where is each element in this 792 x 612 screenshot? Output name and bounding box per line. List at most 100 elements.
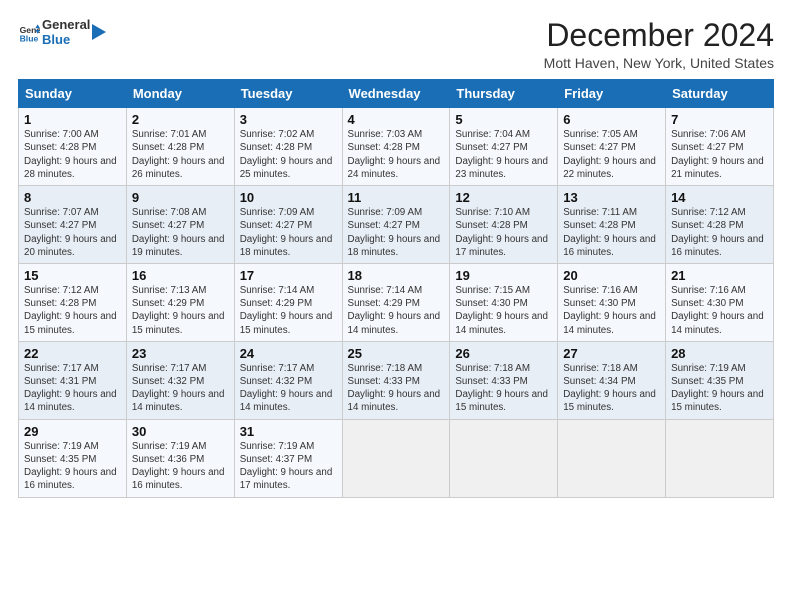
calendar-header-saturday: Saturday bbox=[666, 80, 774, 108]
main-title: December 2024 bbox=[544, 18, 774, 53]
logo-arrow-icon bbox=[92, 19, 108, 47]
logo-general: General bbox=[42, 18, 90, 33]
calendar-cell bbox=[666, 419, 774, 497]
day-info: Sunrise: 7:18 AMSunset: 4:33 PMDaylight:… bbox=[348, 362, 445, 415]
calendar-cell: 25Sunrise: 7:18 AMSunset: 4:33 PMDayligh… bbox=[342, 341, 450, 419]
day-info: Sunrise: 7:18 AMSunset: 4:33 PMDaylight:… bbox=[455, 362, 552, 415]
day-info: Sunrise: 7:19 AMSunset: 4:35 PMDaylight:… bbox=[24, 440, 121, 493]
svg-text:Blue: Blue bbox=[20, 34, 39, 44]
calendar-week-row: 22Sunrise: 7:17 AMSunset: 4:31 PMDayligh… bbox=[19, 341, 774, 419]
calendar-header-tuesday: Tuesday bbox=[234, 80, 342, 108]
calendar-cell: 19Sunrise: 7:15 AMSunset: 4:30 PMDayligh… bbox=[450, 263, 558, 341]
day-number: 26 bbox=[455, 346, 552, 361]
calendar-cell: 21Sunrise: 7:16 AMSunset: 4:30 PMDayligh… bbox=[666, 263, 774, 341]
day-number: 3 bbox=[240, 112, 337, 127]
day-info: Sunrise: 7:16 AMSunset: 4:30 PMDaylight:… bbox=[671, 284, 768, 337]
calendar-cell: 15Sunrise: 7:12 AMSunset: 4:28 PMDayligh… bbox=[19, 263, 127, 341]
day-number: 23 bbox=[132, 346, 229, 361]
calendar-cell bbox=[450, 419, 558, 497]
day-number: 1 bbox=[24, 112, 121, 127]
calendar-table: SundayMondayTuesdayWednesdayThursdayFrid… bbox=[18, 79, 774, 497]
day-info: Sunrise: 7:19 AMSunset: 4:35 PMDaylight:… bbox=[671, 362, 768, 415]
calendar-cell: 7Sunrise: 7:06 AMSunset: 4:27 PMDaylight… bbox=[666, 108, 774, 186]
calendar-header-thursday: Thursday bbox=[450, 80, 558, 108]
calendar-cell: 11Sunrise: 7:09 AMSunset: 4:27 PMDayligh… bbox=[342, 186, 450, 264]
page: General Blue General Blue December 2024 … bbox=[0, 0, 792, 612]
calendar-cell: 30Sunrise: 7:19 AMSunset: 4:36 PMDayligh… bbox=[126, 419, 234, 497]
day-info: Sunrise: 7:19 AMSunset: 4:37 PMDaylight:… bbox=[240, 440, 337, 493]
logo-blue: Blue bbox=[42, 33, 90, 48]
calendar-header-monday: Monday bbox=[126, 80, 234, 108]
day-info: Sunrise: 7:16 AMSunset: 4:30 PMDaylight:… bbox=[563, 284, 660, 337]
calendar-header-sunday: Sunday bbox=[19, 80, 127, 108]
day-number: 19 bbox=[455, 268, 552, 283]
day-info: Sunrise: 7:12 AMSunset: 4:28 PMDaylight:… bbox=[671, 206, 768, 259]
calendar-week-row: 1Sunrise: 7:00 AMSunset: 4:28 PMDaylight… bbox=[19, 108, 774, 186]
calendar-cell: 24Sunrise: 7:17 AMSunset: 4:32 PMDayligh… bbox=[234, 341, 342, 419]
calendar-cell: 27Sunrise: 7:18 AMSunset: 4:34 PMDayligh… bbox=[558, 341, 666, 419]
calendar-cell: 17Sunrise: 7:14 AMSunset: 4:29 PMDayligh… bbox=[234, 263, 342, 341]
calendar-cell: 28Sunrise: 7:19 AMSunset: 4:35 PMDayligh… bbox=[666, 341, 774, 419]
day-info: Sunrise: 7:19 AMSunset: 4:36 PMDaylight:… bbox=[132, 440, 229, 493]
day-number: 20 bbox=[563, 268, 660, 283]
logo-icon: General Blue bbox=[18, 22, 40, 44]
day-info: Sunrise: 7:08 AMSunset: 4:27 PMDaylight:… bbox=[132, 206, 229, 259]
day-info: Sunrise: 7:09 AMSunset: 4:27 PMDaylight:… bbox=[348, 206, 445, 259]
calendar-header-friday: Friday bbox=[558, 80, 666, 108]
day-number: 29 bbox=[24, 424, 121, 439]
day-number: 11 bbox=[348, 190, 445, 205]
day-info: Sunrise: 7:18 AMSunset: 4:34 PMDaylight:… bbox=[563, 362, 660, 415]
day-info: Sunrise: 7:01 AMSunset: 4:28 PMDaylight:… bbox=[132, 128, 229, 181]
day-number: 10 bbox=[240, 190, 337, 205]
calendar-cell: 22Sunrise: 7:17 AMSunset: 4:31 PMDayligh… bbox=[19, 341, 127, 419]
day-info: Sunrise: 7:14 AMSunset: 4:29 PMDaylight:… bbox=[240, 284, 337, 337]
day-number: 5 bbox=[455, 112, 552, 127]
calendar-cell: 2Sunrise: 7:01 AMSunset: 4:28 PMDaylight… bbox=[126, 108, 234, 186]
day-info: Sunrise: 7:12 AMSunset: 4:28 PMDaylight:… bbox=[24, 284, 121, 337]
day-number: 6 bbox=[563, 112, 660, 127]
day-info: Sunrise: 7:14 AMSunset: 4:29 PMDaylight:… bbox=[348, 284, 445, 337]
calendar-cell: 8Sunrise: 7:07 AMSunset: 4:27 PMDaylight… bbox=[19, 186, 127, 264]
day-info: Sunrise: 7:04 AMSunset: 4:27 PMDaylight:… bbox=[455, 128, 552, 181]
day-number: 25 bbox=[348, 346, 445, 361]
calendar-cell: 29Sunrise: 7:19 AMSunset: 4:35 PMDayligh… bbox=[19, 419, 127, 497]
calendar-week-row: 15Sunrise: 7:12 AMSunset: 4:28 PMDayligh… bbox=[19, 263, 774, 341]
day-number: 22 bbox=[24, 346, 121, 361]
day-number: 28 bbox=[671, 346, 768, 361]
calendar-cell bbox=[558, 419, 666, 497]
calendar-cell: 16Sunrise: 7:13 AMSunset: 4:29 PMDayligh… bbox=[126, 263, 234, 341]
calendar-cell: 14Sunrise: 7:12 AMSunset: 4:28 PMDayligh… bbox=[666, 186, 774, 264]
calendar-cell: 1Sunrise: 7:00 AMSunset: 4:28 PMDaylight… bbox=[19, 108, 127, 186]
day-info: Sunrise: 7:17 AMSunset: 4:32 PMDaylight:… bbox=[240, 362, 337, 415]
day-info: Sunrise: 7:07 AMSunset: 4:27 PMDaylight:… bbox=[24, 206, 121, 259]
calendar-cell: 9Sunrise: 7:08 AMSunset: 4:27 PMDaylight… bbox=[126, 186, 234, 264]
day-info: Sunrise: 7:00 AMSunset: 4:28 PMDaylight:… bbox=[24, 128, 121, 181]
header: General Blue General Blue December 2024 … bbox=[18, 18, 774, 71]
calendar-cell: 31Sunrise: 7:19 AMSunset: 4:37 PMDayligh… bbox=[234, 419, 342, 497]
day-number: 24 bbox=[240, 346, 337, 361]
day-number: 31 bbox=[240, 424, 337, 439]
calendar-header-row: SundayMondayTuesdayWednesdayThursdayFrid… bbox=[19, 80, 774, 108]
day-number: 4 bbox=[348, 112, 445, 127]
calendar-header-wednesday: Wednesday bbox=[342, 80, 450, 108]
day-info: Sunrise: 7:05 AMSunset: 4:27 PMDaylight:… bbox=[563, 128, 660, 181]
calendar-cell: 12Sunrise: 7:10 AMSunset: 4:28 PMDayligh… bbox=[450, 186, 558, 264]
calendar-cell: 18Sunrise: 7:14 AMSunset: 4:29 PMDayligh… bbox=[342, 263, 450, 341]
day-number: 18 bbox=[348, 268, 445, 283]
day-info: Sunrise: 7:17 AMSunset: 4:32 PMDaylight:… bbox=[132, 362, 229, 415]
calendar-week-row: 29Sunrise: 7:19 AMSunset: 4:35 PMDayligh… bbox=[19, 419, 774, 497]
day-info: Sunrise: 7:10 AMSunset: 4:28 PMDaylight:… bbox=[455, 206, 552, 259]
calendar-cell: 10Sunrise: 7:09 AMSunset: 4:27 PMDayligh… bbox=[234, 186, 342, 264]
day-number: 21 bbox=[671, 268, 768, 283]
calendar-cell: 23Sunrise: 7:17 AMSunset: 4:32 PMDayligh… bbox=[126, 341, 234, 419]
day-number: 2 bbox=[132, 112, 229, 127]
day-number: 9 bbox=[132, 190, 229, 205]
day-number: 14 bbox=[671, 190, 768, 205]
calendar-cell: 4Sunrise: 7:03 AMSunset: 4:28 PMDaylight… bbox=[342, 108, 450, 186]
day-info: Sunrise: 7:13 AMSunset: 4:29 PMDaylight:… bbox=[132, 284, 229, 337]
calendar-cell: 6Sunrise: 7:05 AMSunset: 4:27 PMDaylight… bbox=[558, 108, 666, 186]
calendar-cell: 3Sunrise: 7:02 AMSunset: 4:28 PMDaylight… bbox=[234, 108, 342, 186]
day-info: Sunrise: 7:17 AMSunset: 4:31 PMDaylight:… bbox=[24, 362, 121, 415]
day-info: Sunrise: 7:06 AMSunset: 4:27 PMDaylight:… bbox=[671, 128, 768, 181]
day-number: 17 bbox=[240, 268, 337, 283]
